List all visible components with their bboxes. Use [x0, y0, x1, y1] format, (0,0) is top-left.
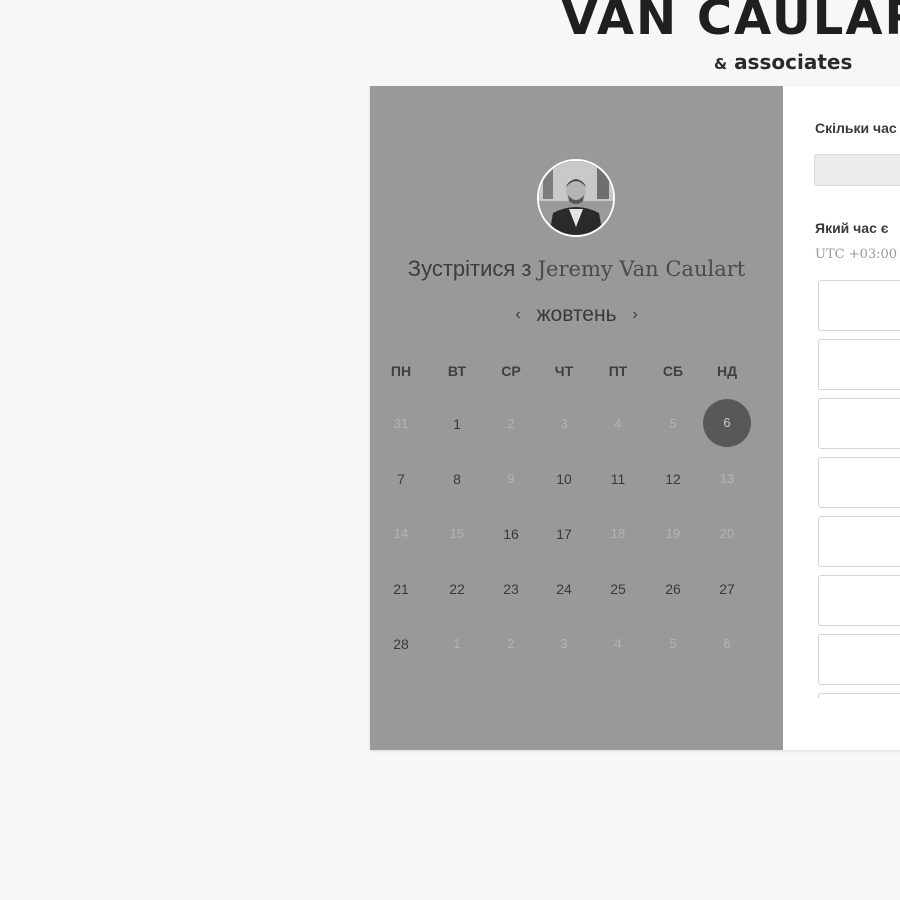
weekday-label: СБ — [662, 363, 684, 379]
calendar-day[interactable]: 23 — [491, 581, 531, 597]
calendar-day[interactable]: 16 — [491, 526, 531, 542]
calendar-day: 20 — [719, 526, 735, 541]
time-slot-button[interactable] — [818, 339, 900, 390]
meeting-prefix: Зустрітися з — [407, 256, 532, 281]
calendar-day: 6 — [723, 636, 731, 651]
calendar-day: 9 — [507, 471, 515, 486]
calendar-day: 5 — [669, 416, 677, 431]
calendar-day[interactable]: 24 — [544, 581, 584, 597]
host-avatar — [537, 159, 615, 237]
time-slot-button[interactable] — [818, 398, 900, 449]
calendar-panel: Зустрітися з Jeremy Van Caulart ‹ жовтен… — [370, 86, 783, 750]
host-name: Jeremy Van Caulart — [537, 257, 746, 281]
meeting-title: Зустрітися з Jeremy Van Caulart — [370, 256, 783, 282]
calendar-day: 4 — [614, 636, 622, 651]
booking-form-panel: Скільки час Який час є UTC +03:00 C — [783, 86, 900, 750]
weekday-label: ВТ — [447, 363, 467, 379]
brand-amp: & — [714, 55, 728, 73]
calendar-day: 13 — [719, 471, 735, 486]
time-question: Який час є — [815, 220, 889, 236]
calendar-day[interactable]: 28 — [381, 636, 421, 652]
calendar-day[interactable]: 21 — [381, 581, 421, 597]
weekday-label: СР — [501, 363, 521, 379]
calendar-day[interactable]: 22 — [437, 581, 477, 597]
weekday-label: ЧТ — [554, 363, 574, 379]
calendar-day: 2 — [507, 636, 515, 651]
chevron-right-icon[interactable]: › — [622, 306, 647, 324]
time-slot-button[interactable] — [818, 457, 900, 508]
current-month: жовтень — [536, 303, 617, 326]
booking-card: Зустрітися з Jeremy Van Caulart ‹ жовтен… — [370, 86, 900, 750]
duration-select[interactable] — [814, 154, 900, 186]
calendar-day: 31 — [393, 416, 409, 431]
brand-associates: associates — [734, 50, 853, 74]
weekday-label: НД — [716, 363, 738, 379]
calendar-day[interactable]: 1 — [437, 416, 477, 432]
calendar-day[interactable]: 7 — [381, 471, 421, 487]
calendar-day[interactable]: 10 — [544, 471, 584, 487]
time-slot-button[interactable] — [818, 516, 900, 567]
brand-logo-subtitle: & associates — [714, 50, 852, 76]
timezone-label[interactable]: UTC +03:00 C — [815, 247, 900, 262]
calendar-day: 2 — [507, 416, 515, 431]
calendar-day: 19 — [665, 526, 681, 541]
month-navigation: ‹ жовтень › — [370, 303, 783, 327]
time-slot-button[interactable] — [818, 280, 900, 331]
avatar-photo-icon — [539, 161, 613, 235]
calendar-day[interactable]: 25 — [598, 581, 638, 597]
calendar-day: 14 — [393, 526, 409, 541]
calendar-day: 18 — [610, 526, 626, 541]
time-slot-list[interactable] — [818, 280, 900, 698]
calendar-day: 3 — [560, 636, 568, 651]
weekday-label: ПН — [390, 363, 412, 379]
calendar-day: 3 — [560, 416, 568, 431]
calendar-day: 1 — [453, 636, 461, 651]
calendar-day[interactable]: 26 — [653, 581, 693, 597]
calendar-day: 4 — [614, 416, 622, 431]
calendar-day[interactable]: 12 — [653, 471, 693, 487]
duration-question: Скільки час — [815, 120, 897, 136]
calendar-day: 5 — [669, 636, 677, 651]
page: VAN CAULART & associates Зуст — [0, 0, 900, 900]
chevron-left-icon[interactable]: ‹ — [505, 306, 530, 324]
calendar-day[interactable]: 11 — [598, 471, 638, 487]
calendar-day[interactable]: 8 — [437, 471, 477, 487]
weekday-label: ПТ — [608, 363, 628, 379]
selected-day[interactable]: 6 — [703, 399, 751, 447]
time-slot-button[interactable] — [818, 693, 900, 698]
calendar-day: 15 — [449, 526, 465, 541]
calendar-day[interactable]: 17 — [544, 526, 584, 542]
time-slot-button[interactable] — [818, 575, 900, 626]
time-slot-button[interactable] — [818, 634, 900, 685]
calendar-day[interactable]: 27 — [707, 581, 747, 597]
brand-logo-title: VAN CAULART — [561, 0, 900, 46]
